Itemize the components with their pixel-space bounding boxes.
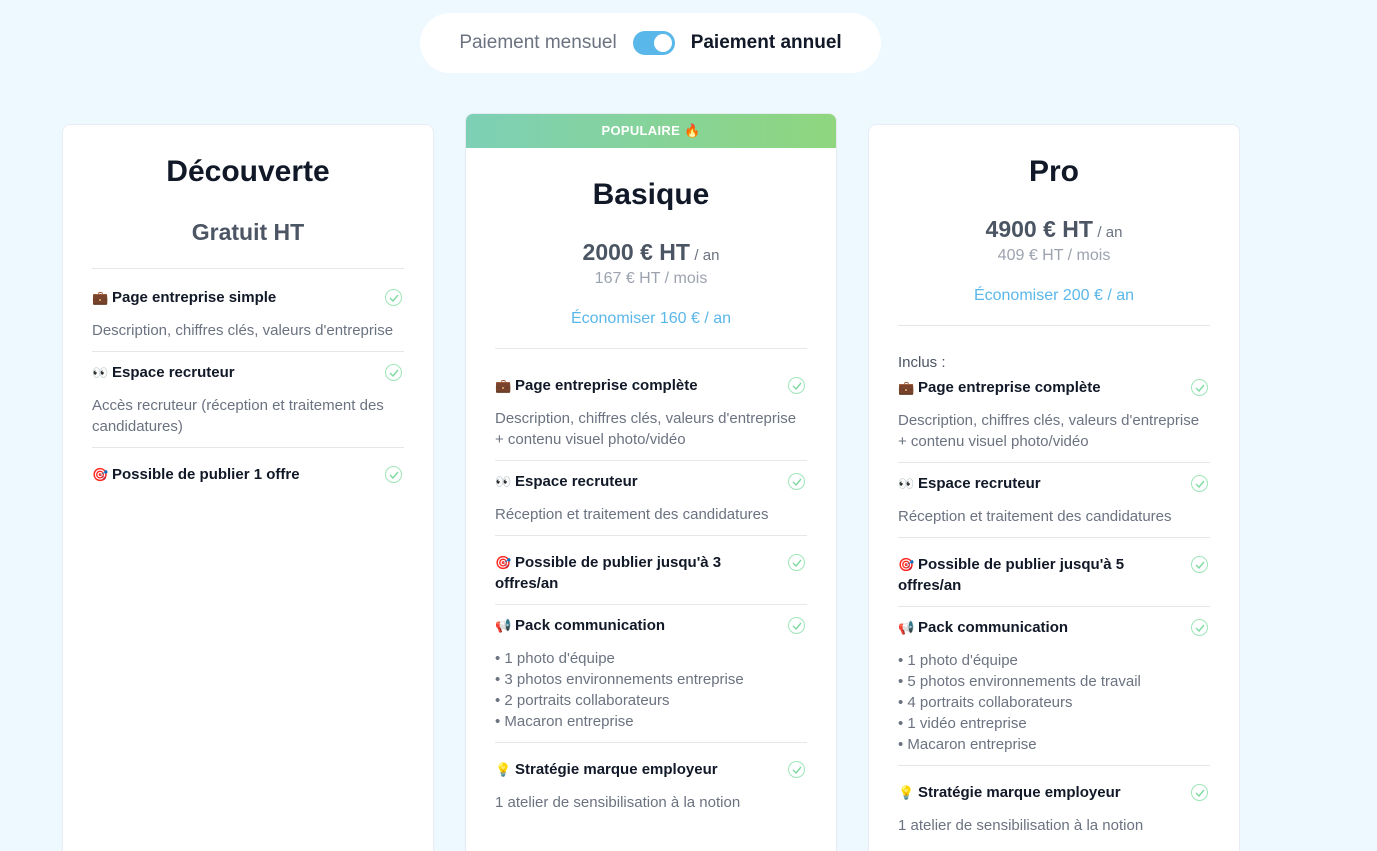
bullet-item: • 4 portraits collaborateurs — [898, 694, 1073, 711]
feature-item: 🎯 Possible de publier jusqu'à 3 offres/an — [495, 536, 807, 605]
check-icon — [1191, 379, 1208, 396]
check-icon — [385, 466, 402, 483]
price-unit: / an — [1097, 224, 1123, 241]
annual-billing-label[interactable]: Paiement annuel — [691, 32, 842, 54]
bullet-item: • 3 photos environnements entreprise — [495, 671, 744, 688]
check-icon — [385, 364, 402, 381]
briefcase-icon: 💼 — [495, 378, 512, 393]
plan-title: Basique — [592, 178, 710, 211]
feature-title: Possible de publier 1 offre — [112, 466, 300, 483]
check-icon — [788, 377, 805, 394]
feature-item: 💼 Page entreprise complète Description, c… — [495, 365, 807, 461]
feature-item: 👀 Espace recruteur Réception et traitemen… — [898, 463, 1210, 538]
plan-card-basique: POPULAIRE 🔥 Basique 2000 € HT / an 167 €… — [465, 113, 837, 851]
check-icon — [788, 473, 805, 490]
monthly-price: 167 € HT / mois — [594, 270, 708, 287]
check-icon — [788, 761, 805, 778]
plan-card-decouverte: Découverte Gratuit HT 💼 Page entreprise s… — [62, 124, 434, 851]
briefcase-icon: 💼 — [92, 290, 109, 305]
bullet-item: • Macaron entreprise — [495, 713, 634, 730]
included-label: Inclus : — [898, 354, 946, 371]
target-icon: 🎯 — [495, 555, 512, 570]
feature-item: 🎯 Possible de publier 1 offre — [92, 448, 404, 495]
feature-title: Possible de publier jusqu'à 5 offres/an — [898, 556, 1125, 594]
plan-price: 2000 € HT — [582, 239, 690, 265]
feature-description: Accès recruteur (réception et traitement… — [92, 397, 384, 435]
feature-item: 🎯 Possible de publier jusqu'à 5 offres/an — [898, 538, 1210, 607]
feature-title: Page entreprise complète — [918, 379, 1101, 396]
bullet-item: • 1 photo d'équipe — [898, 652, 1018, 669]
billing-switch[interactable] — [632, 31, 675, 55]
billing-toggle-bar: Paiement mensuel Paiement annuel — [420, 13, 881, 73]
popular-badge: POPULAIRE 🔥 — [466, 114, 836, 148]
feature-description: Réception et traitement des candidatures — [898, 508, 1172, 525]
target-icon: 🎯 — [898, 557, 915, 572]
feature-item: 💼 Page entreprise complète Description, c… — [898, 371, 1210, 463]
eyes-icon: 👀 — [898, 476, 915, 491]
feature-title: Page entreprise simple — [112, 289, 277, 306]
plan-title: Pro — [1028, 155, 1079, 188]
check-icon — [788, 554, 805, 571]
price-unit: / an — [694, 247, 720, 264]
feature-title: Espace recruteur — [918, 475, 1041, 492]
lightbulb-icon: 💡 — [495, 762, 512, 777]
check-icon — [1191, 475, 1208, 492]
lightbulb-icon: 💡 — [898, 785, 915, 800]
monthly-price: 409 € HT / mois — [997, 247, 1111, 264]
feature-item: 👀 Espace recruteur Réception et traitemen… — [495, 461, 807, 536]
feature-title: Possible de publier jusqu'à 3 offres/an — [495, 554, 722, 592]
plan-price: 4900 € HT — [985, 216, 1093, 242]
feature-item: 💡 Stratégie marque employeur 1 atelier de… — [495, 743, 807, 823]
target-icon: 🎯 — [92, 467, 109, 482]
bullet-item: • 2 portraits collaborateurs — [495, 692, 670, 709]
feature-item: 💼 Page entreprise simple Description, chi… — [92, 277, 404, 352]
megaphone-icon: 📢 — [898, 620, 915, 635]
switch-knob — [653, 34, 672, 52]
feature-description: Réception et traitement des candidatures — [495, 506, 769, 523]
feature-title: Page entreprise complète — [515, 377, 698, 394]
briefcase-icon: 💼 — [898, 380, 915, 395]
feature-description: 1 atelier de sensibilisation à la notion — [495, 794, 741, 811]
check-icon — [788, 617, 805, 634]
savings-text: Économiser 160 € / an — [570, 310, 732, 327]
feature-title: Espace recruteur — [515, 473, 638, 490]
bullet-item: • Macaron entreprise — [898, 736, 1037, 753]
check-icon — [1191, 784, 1208, 801]
eyes-icon: 👀 — [495, 474, 512, 489]
plan-price: Gratuit HT — [191, 219, 305, 245]
megaphone-icon: 📢 — [495, 618, 512, 633]
check-icon — [1191, 619, 1208, 636]
feature-title: Espace recruteur — [112, 364, 235, 381]
savings-text: Économiser 200 € / an — [973, 287, 1135, 304]
feature-title: Stratégie marque employeur — [515, 761, 718, 778]
feature-title: Stratégie marque employeur — [918, 784, 1121, 801]
feature-description: Description, chiffres clés, valeurs d'en… — [495, 410, 797, 448]
feature-description: Description, chiffres clés, valeurs d'en… — [898, 412, 1200, 450]
monthly-billing-label[interactable]: Paiement mensuel — [459, 32, 616, 54]
feature-item: 💡 Stratégie marque employeur 1 atelier de… — [898, 766, 1210, 846]
feature-title: Pack communication — [918, 619, 1069, 636]
check-icon — [1191, 556, 1208, 573]
feature-item: 📢 Pack communication • 1 photo d'équipe •… — [898, 607, 1210, 766]
feature-description: Description, chiffres clés, valeurs d'en… — [92, 322, 394, 339]
feature-item: 📢 Pack communication • 1 photo d'équipe •… — [495, 605, 807, 743]
plan-title: Découverte — [166, 155, 330, 188]
bullet-item: • 5 photos environnements de travail — [898, 673, 1141, 690]
bullet-item: • 1 vidéo entreprise — [898, 715, 1027, 732]
feature-description: 1 atelier de sensibilisation à la notion — [898, 817, 1144, 834]
check-icon — [385, 289, 402, 306]
feature-title: Pack communication — [515, 617, 666, 634]
eyes-icon: 👀 — [92, 365, 109, 380]
feature-item: 👀 Espace recruteur Accès recruteur (récep… — [92, 352, 404, 448]
plan-card-pro: Pro 4900 € HT / an 409 € HT / mois Écono… — [868, 124, 1240, 851]
bullet-item: • 1 photo d'équipe — [495, 650, 615, 667]
